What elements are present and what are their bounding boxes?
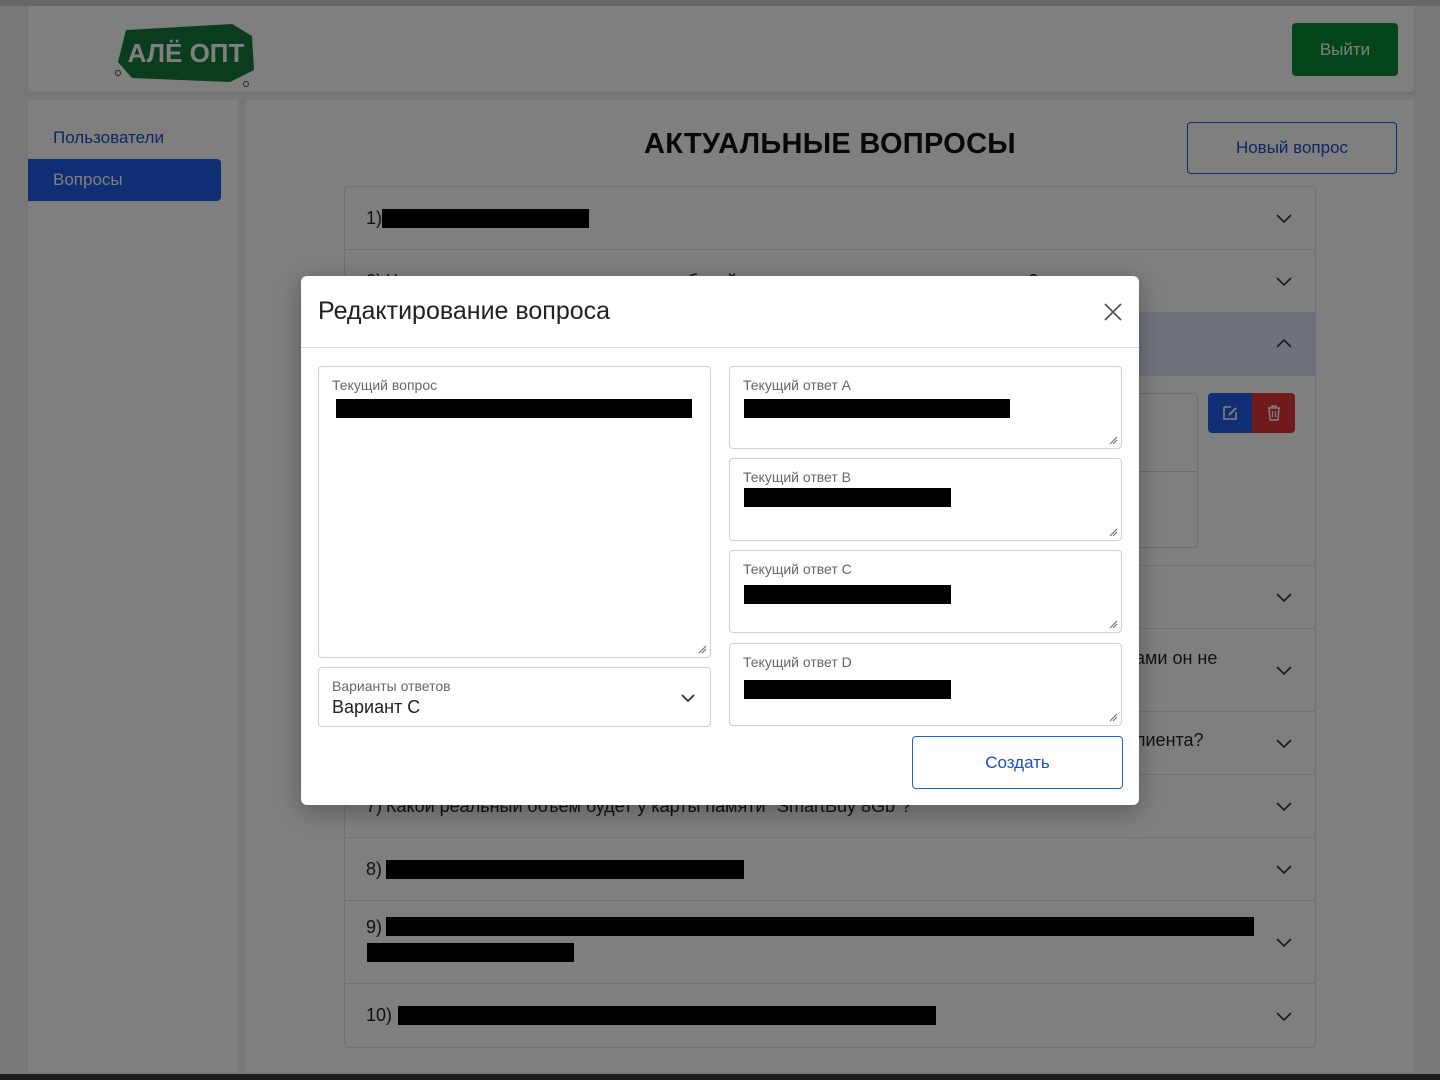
answer-d-textarea[interactable]: Текущий ответ D: [729, 643, 1122, 726]
edit-question-dialog: Редактирование вопроса Текущий вопрос Ва…: [301, 276, 1139, 805]
close-icon[interactable]: [1103, 302, 1123, 322]
redacted-text: [336, 399, 692, 418]
dialog-title: Редактирование вопроса: [318, 297, 611, 325]
dialog-header: Редактирование вопроса: [301, 276, 1139, 348]
options-selected-value: Вариант C: [332, 697, 421, 717]
answer-options-select[interactable]: Варианты ответов Вариант C: [318, 667, 711, 727]
resize-handle-icon[interactable]: [1109, 713, 1118, 722]
answer-b-label: Текущий ответ B: [743, 469, 852, 485]
create-button[interactable]: Создать: [912, 736, 1123, 789]
redacted-text: [744, 399, 1010, 418]
options-field-label: Варианты ответов: [332, 678, 451, 694]
question-textarea[interactable]: Текущий вопрос: [318, 366, 711, 658]
answer-a-textarea[interactable]: Текущий ответ A: [729, 366, 1122, 449]
answer-c-label: Текущий ответ C: [743, 561, 852, 577]
answer-b-textarea[interactable]: Текущий ответ B: [729, 458, 1122, 541]
answer-d-label: Текущий ответ D: [743, 654, 852, 670]
resize-handle-icon[interactable]: [1109, 436, 1118, 445]
answer-a-label: Текущий ответ A: [743, 377, 852, 393]
redacted-text: [744, 488, 951, 507]
chevron-down-icon: [681, 694, 695, 703]
redacted-text: [744, 585, 951, 604]
answer-c-textarea[interactable]: Текущий ответ C: [729, 550, 1122, 633]
redacted-text: [744, 680, 951, 699]
resize-handle-icon[interactable]: [1109, 620, 1118, 629]
question-field-label: Текущий вопрос: [332, 377, 438, 393]
resize-handle-icon[interactable]: [1109, 528, 1118, 537]
resize-handle-icon[interactable]: [698, 645, 707, 654]
